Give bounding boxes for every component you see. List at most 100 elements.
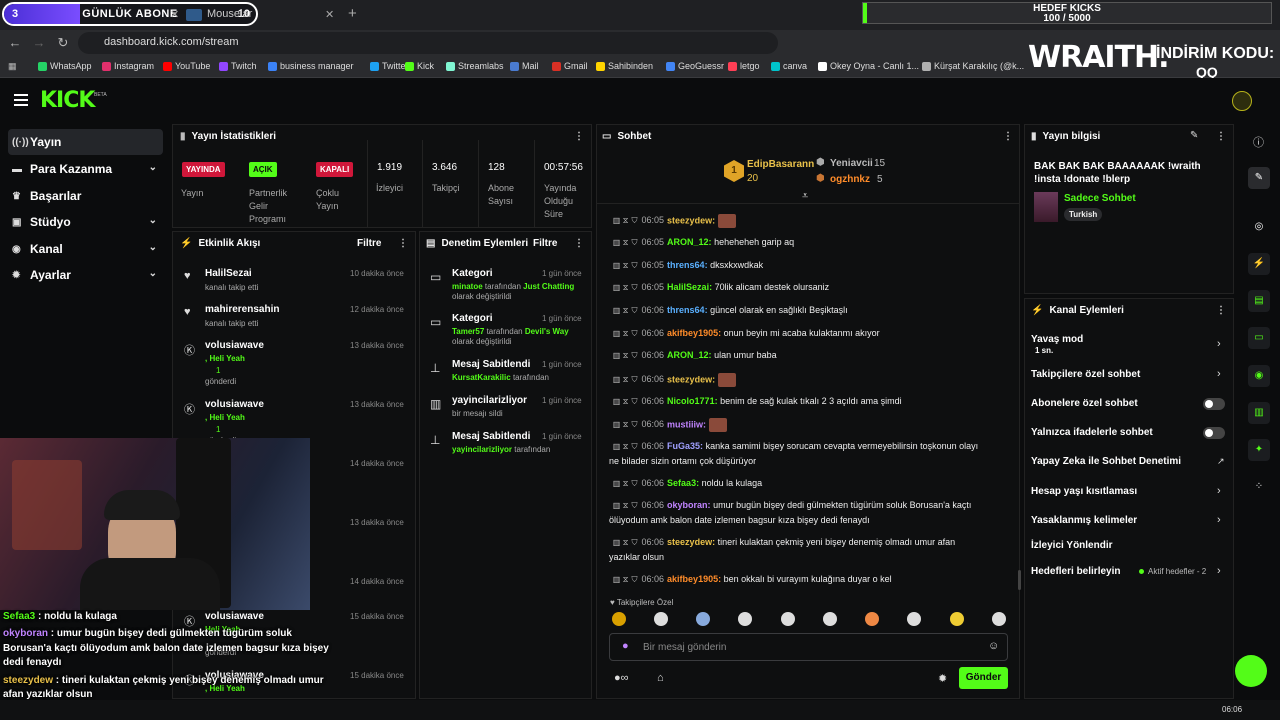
nav-item-ayarlar[interactable]: ✹ Ayarlar ⌄ bbox=[8, 262, 163, 288]
kick-logo[interactable]: KICK bbox=[40, 88, 95, 113]
more-icon[interactable]: ⋮ bbox=[1003, 131, 1013, 142]
bookmark-6[interactable]: Kick bbox=[405, 61, 434, 71]
channel-action-5[interactable]: Yasaklanmış kelimeler › bbox=[1031, 514, 1227, 533]
store-icon[interactable]: ⌂ bbox=[657, 672, 664, 684]
delete-icon[interactable]: ▥ bbox=[612, 216, 621, 225]
ban-icon[interactable]: ⛉ bbox=[630, 575, 639, 585]
chat-panel-icon[interactable]: ▭ bbox=[1248, 327, 1270, 349]
ban-icon[interactable]: ⛉ bbox=[630, 329, 639, 339]
ban-icon[interactable]: ⛉ bbox=[630, 501, 639, 511]
timeout-icon[interactable]: ⧖ bbox=[621, 442, 630, 452]
timeout-icon[interactable]: ⧖ bbox=[621, 238, 630, 248]
bookmark-5[interactable]: Twitter bbox=[370, 61, 409, 71]
chat-scrollbar[interactable] bbox=[1018, 570, 1021, 590]
ban-icon[interactable]: ⛉ bbox=[630, 306, 639, 316]
apps-dots-icon[interactable]: ⁘ bbox=[1248, 476, 1270, 498]
bookmark-12[interactable]: letgo bbox=[728, 61, 760, 71]
ban-icon[interactable]: ⛉ bbox=[630, 538, 639, 548]
tools-icon[interactable]: ✦ bbox=[1248, 439, 1270, 461]
ban-icon[interactable]: ⛉ bbox=[630, 351, 639, 361]
moderation-filter-button[interactable]: Filtre bbox=[533, 238, 557, 249]
delete-icon[interactable]: ▥ bbox=[612, 538, 621, 547]
bookmark-0[interactable]: WhatsApp bbox=[38, 61, 92, 71]
channel-action-2[interactable]: Yalnızca ifadelerle sohbet bbox=[1031, 427, 1227, 445]
emote-1-icon[interactable] bbox=[654, 612, 668, 626]
activity-user[interactable]: HalilSezai bbox=[205, 268, 252, 279]
ban-icon[interactable]: ⛉ bbox=[630, 375, 639, 385]
emote-2-icon[interactable] bbox=[696, 612, 710, 626]
timeout-icon[interactable]: ⧖ bbox=[621, 575, 630, 585]
avatar[interactable] bbox=[1232, 91, 1252, 111]
chat-username[interactable]: Sefaa3: bbox=[667, 478, 699, 488]
bookmark-8[interactable]: Mail bbox=[510, 61, 539, 71]
chat-username[interactable]: ARON_12: bbox=[667, 350, 712, 360]
emote-8-icon[interactable] bbox=[950, 612, 964, 626]
delete-icon[interactable]: ▥ bbox=[612, 261, 621, 270]
bookmark-13[interactable]: canva bbox=[771, 61, 807, 71]
tab-close-icon[interactable]: ✕ bbox=[170, 8, 179, 21]
delete-icon[interactable]: ▥ bbox=[612, 442, 621, 451]
chat-username[interactable]: threns64: bbox=[667, 260, 708, 270]
delete-icon[interactable]: ▥ bbox=[612, 397, 621, 406]
tab-mouselar[interactable]: Mouselar bbox=[207, 8, 252, 20]
emote-6-icon[interactable] bbox=[865, 612, 879, 626]
timeout-icon[interactable]: ⧖ bbox=[621, 375, 630, 385]
nav-item-studyo[interactable]: ▣ Stüdyo ⌄ bbox=[8, 209, 163, 235]
emote-4-icon[interactable] bbox=[781, 612, 795, 626]
bookmark-11[interactable]: GeoGuessr bbox=[666, 61, 724, 71]
emote-3-icon[interactable] bbox=[738, 612, 752, 626]
timeout-icon[interactable]: ⧖ bbox=[621, 397, 630, 407]
ban-icon[interactable]: ⛉ bbox=[630, 479, 639, 489]
send-button[interactable]: Gönder bbox=[959, 667, 1008, 689]
emote-9-icon[interactable] bbox=[992, 612, 1006, 626]
chat-username[interactable]: steezydew: bbox=[667, 537, 715, 547]
info-circle-icon[interactable]: ⓘ bbox=[1253, 134, 1264, 150]
forward-icon[interactable]: → bbox=[30, 34, 48, 52]
category-thumbnail[interactable] bbox=[1034, 192, 1058, 222]
chat-username[interactable]: ARON_12: bbox=[667, 237, 712, 247]
ban-icon[interactable]: ⛉ bbox=[630, 216, 639, 226]
bookmark-9[interactable]: Gmail bbox=[552, 61, 588, 71]
chat-username[interactable]: steezydew: bbox=[667, 374, 715, 384]
channel-action-6[interactable]: İzleyici Yönlendir bbox=[1031, 540, 1227, 558]
help-button[interactable] bbox=[1235, 655, 1267, 687]
collapse-icon[interactable]: ⩡ bbox=[802, 190, 808, 203]
bookmark-2[interactable]: YouTube bbox=[163, 61, 210, 71]
channel-action-1[interactable]: Abonelere özel sohbet bbox=[1031, 398, 1227, 416]
delete-icon[interactable]: ▥ bbox=[612, 238, 621, 247]
edit-panel-icon[interactable]: ✎ bbox=[1248, 167, 1270, 189]
chat-username[interactable]: mustiiiw: bbox=[667, 419, 706, 429]
channel-action-3[interactable]: Yapay Zeka ile Sohbet Denetimi ↗ bbox=[1031, 456, 1227, 474]
chat-settings-icon[interactable]: ✹ bbox=[938, 672, 947, 685]
mic-icon[interactable]: ● bbox=[622, 640, 629, 652]
toggle-switch[interactable] bbox=[1203, 427, 1225, 439]
emote-0-icon[interactable] bbox=[612, 612, 626, 626]
top-gifter-1-name[interactable]: EdipBasarann bbox=[747, 159, 814, 170]
chat-username[interactable]: FuGa35: bbox=[667, 441, 703, 451]
chat-username[interactable]: akifbey1905: bbox=[667, 328, 721, 338]
bolt-panel-icon[interactable]: ⚡ bbox=[1248, 253, 1270, 275]
chat-username[interactable]: steezydew: bbox=[667, 215, 715, 225]
timeout-icon[interactable]: ⧖ bbox=[621, 501, 630, 511]
menu-icon[interactable] bbox=[14, 94, 28, 106]
back-icon[interactable]: ← bbox=[6, 34, 24, 52]
timeout-icon[interactable]: ⧖ bbox=[621, 261, 630, 271]
nav-item-para-kazanma[interactable]: ▬ Para Kazanma ⌄ bbox=[8, 156, 163, 182]
timeout-icon[interactable]: ⧖ bbox=[621, 216, 630, 226]
nav-item-yayin[interactable]: ((·)) Yayın bbox=[8, 129, 163, 155]
chat-username[interactable]: akifbey1905: bbox=[667, 574, 721, 584]
more-icon[interactable]: ⋮ bbox=[1216, 131, 1226, 142]
url-input[interactable]: dashboard.kick.com/stream bbox=[78, 32, 778, 54]
delete-icon[interactable]: ▥ bbox=[612, 306, 621, 315]
delete-icon[interactable]: ▥ bbox=[612, 375, 621, 384]
more-icon[interactable]: ⋮ bbox=[574, 131, 584, 142]
ban-icon[interactable]: ⛉ bbox=[630, 283, 639, 293]
nav-item-basarilar[interactable]: ♛ Başarılar bbox=[8, 183, 163, 209]
moderation-user[interactable]: yayincilarizliyor bbox=[452, 445, 512, 454]
timeout-icon[interactable]: ⧖ bbox=[621, 351, 630, 361]
reload-icon[interactable]: ↻ bbox=[54, 34, 72, 52]
slow-mode-row[interactable]: Yavaş mod 1 sn. › bbox=[1031, 334, 1227, 358]
timeout-icon[interactable]: ⧖ bbox=[621, 479, 630, 489]
delete-icon[interactable]: ▥ bbox=[612, 479, 621, 488]
new-tab-icon[interactable]: + bbox=[348, 5, 357, 22]
